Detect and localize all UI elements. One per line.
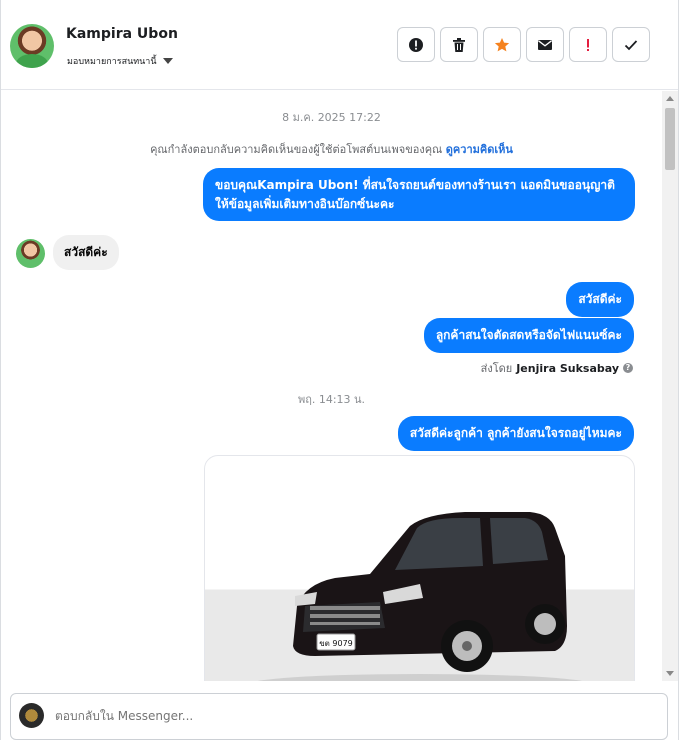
trash-icon xyxy=(453,37,465,52)
view-comment-link[interactable]: ดูความคิดเห็น xyxy=(446,143,513,156)
scroll-up-arrow-icon[interactable] xyxy=(666,96,674,101)
sender-name: Jenjira Suksabay xyxy=(516,361,619,375)
contact-name[interactable]: Kampira Ubon xyxy=(66,26,178,42)
license-plate-text: ขต 9079 xyxy=(319,639,353,648)
star-button[interactable] xyxy=(483,27,521,62)
outgoing-message: ขอบคุณKampira Ubon! ที่สนใจรถยนต์ของทางร… xyxy=(203,168,635,222)
sent-by-label: ส่งโดย xyxy=(480,362,513,375)
scrollbar-thumb[interactable] xyxy=(665,108,675,170)
incoming-message: สวัสดีค่ะ xyxy=(53,235,119,270)
check-icon xyxy=(624,39,638,50)
scroll-down-arrow-icon[interactable] xyxy=(666,671,674,676)
page-avatar xyxy=(19,703,44,728)
mark-done-button[interactable] xyxy=(612,27,650,62)
inbox-thread: Kampira Ubon มอบหมายการสนทนานี้ 8 ม.ค. 2… xyxy=(0,0,679,740)
help-icon[interactable]: ? xyxy=(623,363,633,373)
assign-conversation-dropdown[interactable]: มอบหมายการสนทนานี้ xyxy=(67,54,173,68)
timestamp: 8 ม.ค. 2025 17:22 xyxy=(282,111,381,124)
report-spam-button[interactable] xyxy=(397,27,435,62)
star-icon xyxy=(494,37,510,51)
contact-avatar-small[interactable] xyxy=(16,239,45,268)
message-list[interactable]: 8 ม.ค. 2025 17:22 คุณกำลังตอบกลับความคิด… xyxy=(1,91,678,681)
outgoing-message: สวัสดีค่ะ xyxy=(566,282,634,317)
assign-label: มอบหมายการสนทนานี้ xyxy=(67,57,157,67)
chevron-down-icon xyxy=(162,58,173,64)
comment-reply-notice: คุณกำลังตอบกลับความคิดเห็นของผู้ใช้ต่อโพ… xyxy=(1,140,662,158)
outgoing-message: ลูกค้าสนใจตัดสดหรือจัดไฟแนนซ์คะ xyxy=(423,318,634,353)
thread-actions xyxy=(397,27,650,62)
envelope-icon xyxy=(538,39,552,50)
exclamation-icon xyxy=(587,38,589,51)
sent-by-line: ส่งโดย Jenjira Suksabay ? xyxy=(481,359,633,377)
contact-avatar[interactable] xyxy=(10,24,54,68)
notice-text: คุณกำลังตอบกลับความคิดเห็นของผู้ใช้ต่อโพ… xyxy=(150,143,443,156)
mark-unread-button[interactable] xyxy=(526,27,564,62)
message-composer xyxy=(10,693,668,740)
car-photo-attachment[interactable]: ขต 9079 xyxy=(204,455,635,681)
outgoing-message: สวัสดีค่ะลูกค้า ลูกค้ายังสนใจรถอยู่ไหมคะ xyxy=(397,416,634,451)
car-illustration: ขต 9079 xyxy=(257,512,583,681)
follow-up-button[interactable] xyxy=(569,27,607,62)
thread-header: Kampira Ubon มอบหมายการสนทนานี้ xyxy=(1,0,678,90)
reply-input[interactable] xyxy=(55,709,615,723)
timestamp: พฤ. 14:13 น. xyxy=(297,393,366,406)
alert-circle-icon xyxy=(409,37,423,52)
conversation-scrollbar[interactable] xyxy=(662,91,678,681)
delete-button[interactable] xyxy=(440,27,478,62)
